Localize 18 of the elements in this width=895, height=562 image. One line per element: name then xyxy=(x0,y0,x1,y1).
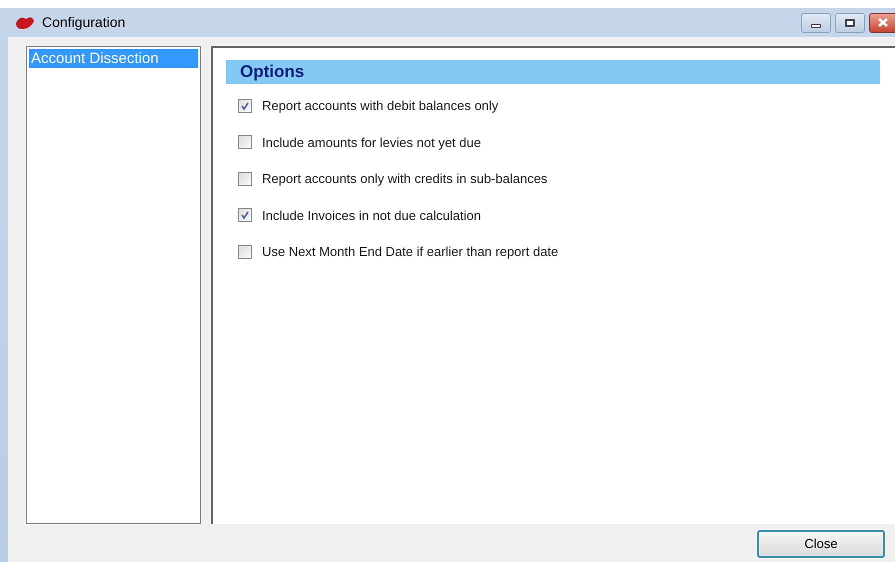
close-button[interactable]: Close xyxy=(757,530,885,558)
option-label: Include Invoices in not due calculation xyxy=(262,206,481,224)
options-header: Options xyxy=(226,60,880,84)
checkbox[interactable] xyxy=(238,135,252,150)
option-label: Report accounts with debit balances only xyxy=(262,97,498,115)
close-window-button[interactable] xyxy=(869,12,895,32)
maximize-button[interactable] xyxy=(835,12,865,32)
window-title: Configuration xyxy=(42,13,126,32)
option-label: Include amounts for levies not yet due xyxy=(262,134,481,152)
minimize-button[interactable] xyxy=(801,12,831,32)
checkbox[interactable] xyxy=(238,172,252,186)
close-icon xyxy=(878,18,888,27)
checkbox[interactable] xyxy=(238,208,252,222)
option-label: Use Next Month End Date if earlier than report date xyxy=(262,243,558,261)
checkbox[interactable] xyxy=(238,98,252,113)
checkbox[interactable] xyxy=(238,244,252,259)
option-label: Report accounts only with credits in sub-balances xyxy=(262,170,548,188)
app-logo-icon xyxy=(14,14,36,30)
